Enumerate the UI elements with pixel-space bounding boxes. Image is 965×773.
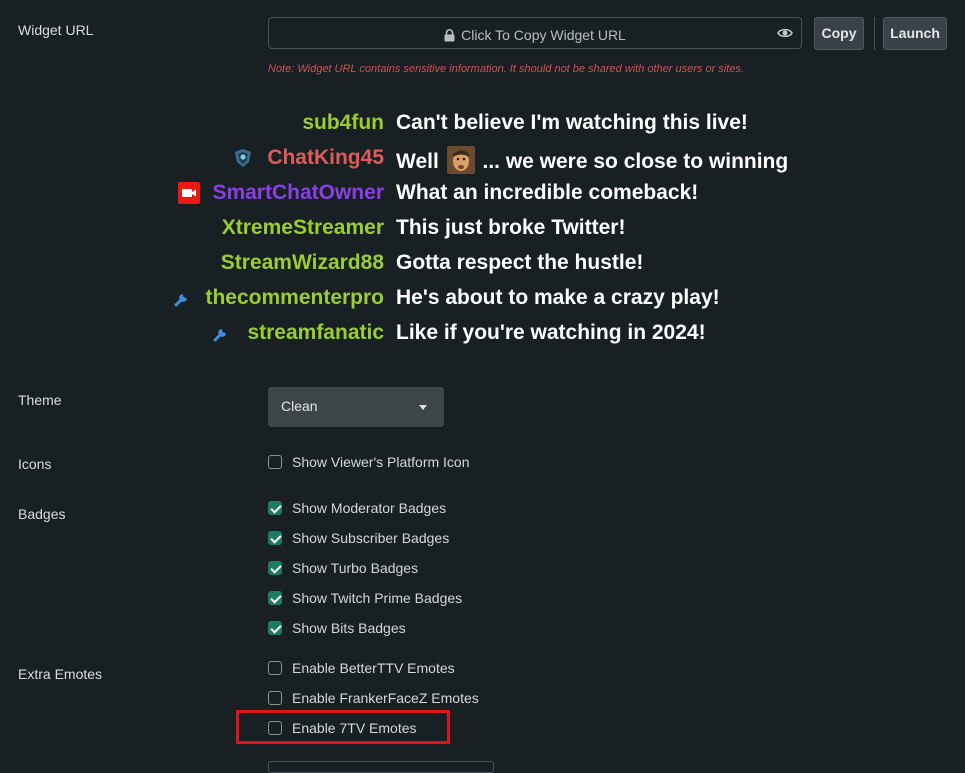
widget-url-note: Note: Widget URL contains sensitive info… bbox=[268, 63, 744, 75]
highlight-box bbox=[236, 710, 450, 744]
chat-line: streamfanatic Like if you're watching in… bbox=[0, 321, 965, 353]
chat-username: sub4fun bbox=[302, 111, 384, 134]
caret-down-icon bbox=[419, 405, 427, 410]
checkbox[interactable] bbox=[268, 691, 282, 705]
widget-url-text: Click To Copy Widget URL bbox=[461, 27, 626, 43]
button-divider bbox=[874, 17, 875, 50]
chat-line: SmartChatOwner What an incredible comeba… bbox=[0, 181, 965, 213]
launch-button[interactable]: Launch bbox=[883, 17, 947, 50]
chat-message: What an incredible comeback! bbox=[396, 181, 699, 204]
checkbox-label: Enable BetterTTV Emotes bbox=[292, 660, 455, 676]
broadcaster-camera-icon bbox=[178, 182, 200, 204]
wrench-icon bbox=[213, 329, 226, 342]
chat-message: This just broke Twitter! bbox=[396, 216, 626, 239]
widget-url-label: Widget URL bbox=[18, 22, 94, 38]
widget-url-field[interactable]: Click To Copy Widget URL bbox=[268, 17, 802, 49]
checkbox-label: Show Subscriber Badges bbox=[292, 530, 450, 546]
chat-username: StreamWizard88 bbox=[220, 251, 384, 274]
chat-message-prefix: Well bbox=[396, 150, 439, 173]
checkbox[interactable] bbox=[268, 591, 282, 605]
extra-emotes-label: Extra Emotes bbox=[18, 666, 103, 682]
copy-button[interactable]: Copy bbox=[814, 17, 864, 50]
checkbox-label: Show Viewer's Platform Icon bbox=[292, 454, 470, 470]
theme-select[interactable]: Clean bbox=[268, 387, 444, 427]
checkbox[interactable] bbox=[268, 621, 282, 635]
checkbox[interactable] bbox=[268, 531, 282, 545]
chat-line: ChatKing45 Well ... we were so close to … bbox=[0, 146, 965, 178]
lock-icon bbox=[444, 29, 455, 42]
chat-username: SmartChatOwner bbox=[212, 181, 384, 204]
subscriber-shield-icon bbox=[235, 149, 251, 167]
checkbox-label: Enable FrankerFaceZ Emotes bbox=[292, 690, 479, 706]
checkbox[interactable] bbox=[268, 501, 282, 515]
chat-username: XtremeStreamer bbox=[221, 216, 384, 239]
checkbox[interactable] bbox=[268, 561, 282, 575]
chat-username: ChatKing45 bbox=[267, 146, 384, 169]
partial-field[interactable] bbox=[268, 761, 494, 773]
chat-message-line: Well ... we were so close to winning bbox=[396, 146, 788, 174]
chat-line: StreamWizard88 Gotta respect the hustle! bbox=[0, 251, 965, 283]
chat-username: streamfanatic bbox=[247, 321, 384, 344]
badges-label: Badges bbox=[18, 506, 66, 522]
chat-message: Like if you're watching in 2024! bbox=[396, 321, 706, 344]
icons-label: Icons bbox=[18, 456, 52, 472]
wrench-icon bbox=[174, 294, 187, 307]
chat-line: thecommenterpro He's about to make a cra… bbox=[0, 286, 965, 318]
checkbox[interactable] bbox=[268, 661, 282, 675]
chat-username: thecommenterpro bbox=[205, 286, 384, 309]
checkbox-label: Show Bits Badges bbox=[292, 620, 406, 636]
chat-line: sub4fun Can't believe I'm watching this … bbox=[0, 111, 965, 143]
face-emote-icon bbox=[446, 146, 475, 174]
chat-line: XtremeStreamer This just broke Twitter! bbox=[0, 216, 965, 248]
theme-value: Clean bbox=[281, 398, 318, 414]
chat-message: He's about to make a crazy play! bbox=[396, 286, 720, 309]
checkbox[interactable] bbox=[268, 455, 282, 469]
theme-label: Theme bbox=[18, 392, 62, 408]
chat-message: Gotta respect the hustle! bbox=[396, 251, 644, 274]
checkbox-label: Show Twitch Prime Badges bbox=[292, 590, 463, 606]
eye-icon[interactable] bbox=[777, 26, 793, 40]
checkbox-label: Show Moderator Badges bbox=[292, 500, 447, 516]
chat-message: Can't believe I'm watching this live! bbox=[396, 111, 748, 134]
checkbox-label: Show Turbo Badges bbox=[292, 560, 419, 576]
chat-message: ... we were so close to winning bbox=[482, 150, 789, 173]
